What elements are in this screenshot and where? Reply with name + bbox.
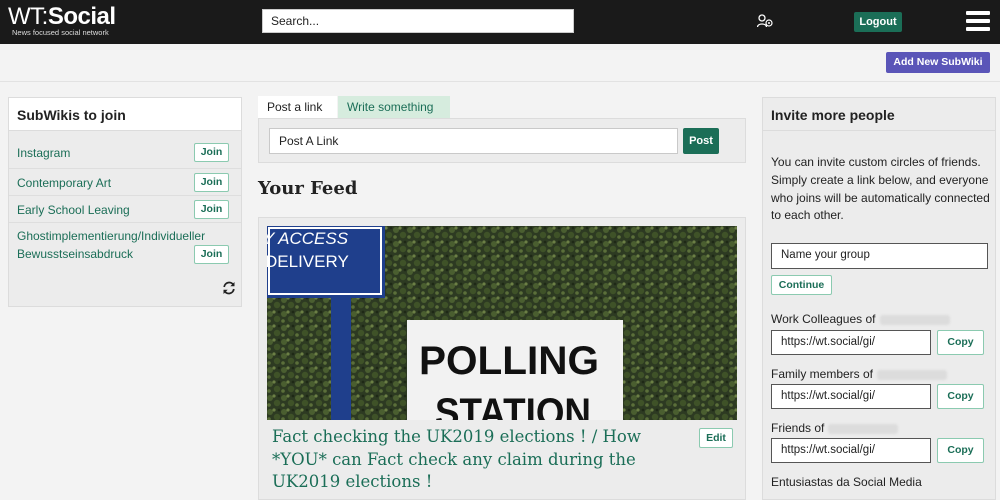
search-input[interactable]: Search... [262,9,574,33]
subwiki-row: Instagram Join [9,142,241,169]
add-new-subwiki-button[interactable]: Add New SubWiki [886,52,990,73]
post-button[interactable]: Post [683,128,719,154]
join-button[interactable]: Join [194,143,229,162]
invite-link-field[interactable]: https://wt.social/gi/ [771,438,931,463]
redacted-name [828,423,899,434]
redacted-name [879,314,950,325]
image-sign-text: Y ACCESS [267,229,349,248]
image-sign-text: STATION [435,391,591,420]
circle-name: Friends of [771,421,825,435]
subwikis-panel-title: SubWikis to join [9,98,241,131]
feed-heading: Your Feed [258,178,358,199]
subwikis-panel: SubWikis to join Instagram Join Contempo… [8,97,242,307]
logout-button[interactable]: Logout [854,12,902,32]
copy-button[interactable]: Copy [937,438,984,463]
post-link-input[interactable]: Post A Link [269,128,678,154]
feed-post-card: Y ACCESS DELIVERY POLLING STATION Fact c… [258,217,746,500]
join-button[interactable]: Join [194,200,229,219]
subwiki-link[interactable]: Instagram [17,144,217,162]
join-button[interactable]: Join [194,245,229,264]
subwiki-row: Contemporary Art Join [9,169,241,196]
invite-link-field[interactable]: https://wt.social/gi/ [771,384,931,409]
post-image[interactable]: Y ACCESS DELIVERY POLLING STATION [267,226,737,420]
subwiki-row: Ghostimplementierung/Individueller Bewus… [9,223,241,269]
subwiki-row: Early School Leaving Join [9,196,241,223]
join-button[interactable]: Join [194,173,229,192]
tab-write-something[interactable]: Write something [338,96,450,118]
circle-name: Work Colleagues of [771,312,876,326]
site-logo[interactable]: WT:Social News focused social network [8,3,116,38]
group-name-input[interactable]: Name your group [771,243,988,269]
tab-post-a-link[interactable]: Post a link [258,96,337,118]
continue-button[interactable]: Continue [771,275,832,295]
post-title-link[interactable]: Fact checking the UK2019 elections ! / H… [272,426,642,494]
hamburger-menu-icon[interactable] [966,11,990,31]
action-bar: Add New SubWiki [0,44,1000,82]
copy-button[interactable]: Copy [937,384,984,409]
top-navbar: WT:Social News focused social network Se… [0,0,1000,44]
user-icon[interactable] [757,14,773,28]
image-sign-text: DELIVERY [267,252,349,271]
subwiki-link[interactable]: Contemporary Art [17,174,217,192]
circle-label: Work Colleagues of [771,312,950,326]
circle-label: Friends of [771,421,899,435]
circle-label: Entusiastas da Social Media [771,475,922,489]
logo-wt: WT: [8,3,48,30]
username-redacted [777,14,847,28]
logo-social: Social [47,3,116,30]
circle-label: Family members of [771,367,948,381]
invite-panel: Invite more people You can invite custom… [762,97,996,500]
invite-description: You can invite custom circles of friends… [771,155,990,223]
copy-button[interactable]: Copy [937,330,984,355]
logo-tagline: News focused social network [12,28,109,37]
circle-name: Entusiastas da Social Media [771,475,922,489]
invite-link-field[interactable]: https://wt.social/gi/ [771,330,931,355]
post-link-box: Post A Link Post [258,118,746,163]
image-sign-text: POLLING [419,339,599,383]
refresh-icon[interactable] [222,281,236,295]
edit-button[interactable]: Edit [699,428,733,448]
circle-name: Family members of [771,367,874,381]
redacted-name [877,369,948,380]
subwiki-link[interactable]: Early School Leaving [17,201,217,219]
invite-panel-title: Invite more people [763,98,995,131]
